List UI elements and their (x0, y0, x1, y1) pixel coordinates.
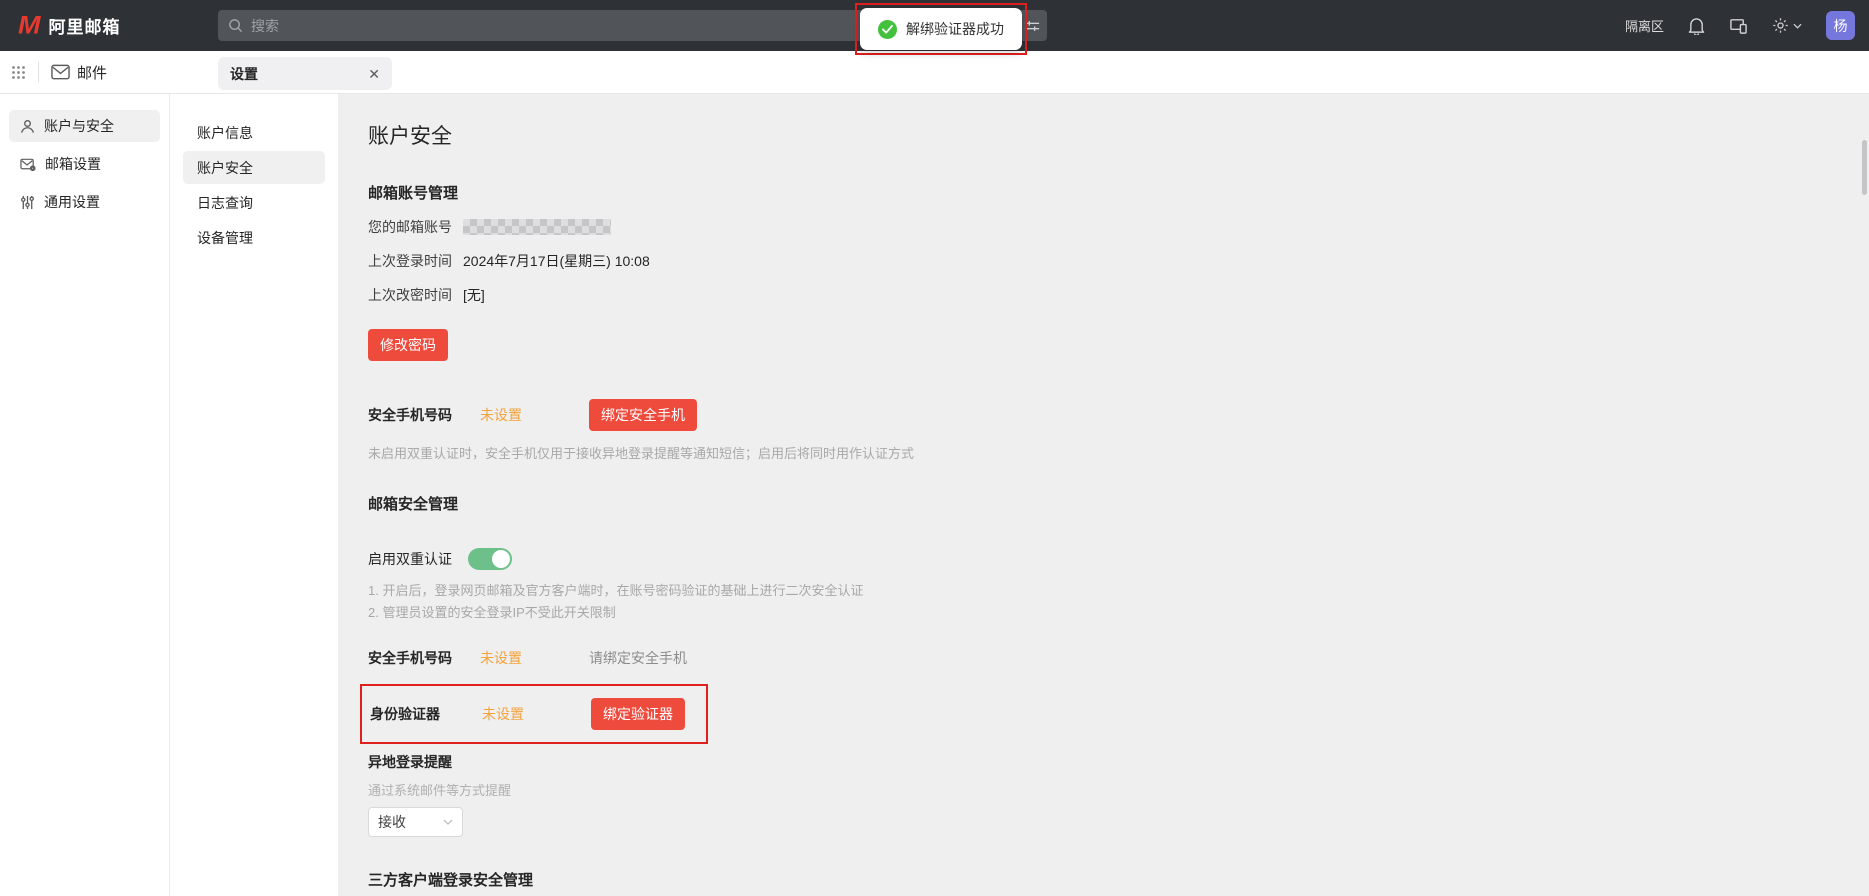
scrollbar-thumb[interactable] (1862, 140, 1867, 195)
person-icon (20, 119, 35, 134)
devices-icon[interactable] (1729, 17, 1748, 35)
toast-message: 解绑验证器成功 (906, 19, 1004, 39)
sidebar-item-mail-settings[interactable]: 邮箱设置 (9, 148, 160, 180)
brand-name: 阿里邮箱 (49, 13, 121, 38)
section-heading-third-party: 三方客户端登录安全管理 (368, 869, 1829, 890)
main-panel: 账户安全 邮箱账号管理 您的邮箱账号 上次登录时间 2024年7月17日(星期三… (338, 94, 1869, 896)
topbar-right-cluster: 隔离区 杨 (1625, 0, 1855, 51)
sidebar-item-label: 账户与安全 (44, 116, 114, 136)
two-factor-note-2: 2. 管理员设置的安全登录IP不受此开关限制 (368, 602, 1829, 624)
row-label: 身份验证器 (370, 704, 482, 724)
remote-login-label: 异地登录提醒 (368, 752, 1829, 772)
select-value: 接收 (378, 812, 443, 832)
email-redacted-blur (463, 219, 611, 235)
settings-menu[interactable] (1772, 17, 1802, 34)
brand: M 阿里邮箱 (0, 12, 121, 39)
tab-settings[interactable]: 设置 ✕ (218, 57, 392, 90)
row-authenticator: 身份验证器 未设置 绑定验证器 (370, 698, 706, 730)
search-icon (228, 18, 243, 33)
subnav-item-label: 设备管理 (197, 228, 253, 248)
row-value: 2024年7月17日(星期三) 10:08 (463, 251, 650, 271)
row-email-account: 您的邮箱账号 (368, 217, 1829, 237)
secure-phone-note: 未启用双重认证时，安全手机仅用于接收异地登录提醒等通知短信；启用后将同时用作认证… (368, 445, 1829, 463)
tab-row: 邮件 设置 ✕ (0, 51, 1869, 94)
subnav-item-label: 账户安全 (197, 158, 253, 178)
gear-icon (1772, 17, 1789, 34)
annotation-box-toast: 解绑验证器成功 (855, 3, 1027, 55)
row-label: 安全手机号码 (368, 405, 480, 425)
chevron-down-icon (443, 819, 453, 825)
row-two-factor: 启用双重认证 (368, 548, 1829, 570)
content-area: 账户与安全 邮箱设置 通用设置 账户信息 账户安全 日志查询 设备管理 (0, 94, 1869, 896)
mail-gear-icon (20, 157, 36, 172)
chevron-down-icon (1793, 23, 1802, 29)
subnav: 账户信息 账户安全 日志查询 设备管理 (170, 94, 338, 896)
annotation-box-authenticator: 身份验证器 未设置 绑定验证器 (360, 684, 708, 744)
two-factor-note-1: 1. 开启后，登录网页邮箱及官方客户端时，在账号密码验证的基础上进行二次安全认证 (368, 580, 1829, 602)
row-last-password-change: 上次改密时间 [无] (368, 285, 1829, 305)
row-label: 安全手机号码 (368, 648, 480, 668)
sidebar-item-general-settings[interactable]: 通用设置 (9, 186, 160, 218)
page-title: 账户安全 (368, 120, 1829, 150)
subnav-item-account-security[interactable]: 账户安全 (183, 151, 325, 184)
row-last-login: 上次登录时间 2024年7月17日(星期三) 10:08 (368, 251, 1829, 271)
sidebar-item-account-security[interactable]: 账户与安全 (9, 110, 160, 142)
row-secure-phone-2: 安全手机号码 未设置 请绑定安全手机 (368, 648, 1829, 668)
sidebar-item-label: 邮箱设置 (45, 154, 101, 174)
sidebar: 账户与安全 邮箱设置 通用设置 (0, 94, 170, 896)
row-label: 上次改密时间 (368, 285, 463, 305)
notifications-bell-icon[interactable] (1688, 17, 1705, 35)
sliders-icon (20, 195, 35, 210)
subnav-item-account-info[interactable]: 账户信息 (183, 116, 325, 149)
subnav-item-device-management[interactable]: 设备管理 (183, 221, 325, 254)
section-heading-mail-account: 邮箱账号管理 (368, 182, 1829, 203)
sidebar-item-label: 通用设置 (44, 192, 100, 212)
nav-mail[interactable]: 邮件 (51, 62, 107, 83)
two-factor-toggle[interactable] (468, 548, 512, 570)
change-password-button[interactable]: 修改密码 (368, 329, 448, 361)
divider (38, 62, 39, 82)
bind-secure-phone-button[interactable]: 绑定安全手机 (589, 399, 697, 431)
section-heading-mail-security: 邮箱安全管理 (368, 493, 1829, 514)
bind-authenticator-button[interactable]: 绑定验证器 (591, 698, 685, 730)
toggle-knob (492, 550, 510, 568)
remote-login-select[interactable]: 接收 (368, 807, 463, 837)
status-not-set: 未设置 (480, 405, 589, 425)
app-grid-icon[interactable] (11, 65, 26, 80)
two-factor-notes: 1. 开启后，登录网页邮箱及官方客户端时，在账号密码验证的基础上进行二次安全认证… (368, 580, 1829, 624)
tab-close-icon[interactable]: ✕ (368, 67, 380, 81)
row-label: 启用双重认证 (368, 549, 468, 569)
bind-phone-hint: 请绑定安全手机 (589, 648, 687, 668)
status-not-set: 未设置 (480, 648, 589, 668)
tab-settings-label: 设置 (230, 64, 368, 84)
row-secure-phone: 安全手机号码 未设置 绑定安全手机 (368, 399, 1829, 431)
row-value: [无] (463, 285, 485, 305)
mail-envelope-icon (51, 64, 70, 80)
nav-mail-label: 邮件 (77, 62, 107, 83)
subnav-item-log-query[interactable]: 日志查询 (183, 186, 325, 219)
quarantine-link[interactable]: 隔离区 (1625, 16, 1664, 35)
status-not-set: 未设置 (482, 704, 591, 724)
row-label: 上次登录时间 (368, 251, 463, 271)
toast-success: 解绑验证器成功 (860, 8, 1022, 50)
subnav-item-label: 日志查询 (197, 193, 253, 213)
success-check-icon (878, 20, 897, 39)
remote-login-note: 通过系统邮件等方式提醒 (368, 780, 1829, 799)
brand-logo-m-icon: M (18, 13, 41, 38)
avatar[interactable]: 杨 (1826, 11, 1855, 40)
subnav-item-label: 账户信息 (197, 123, 253, 143)
search-placeholder: 搜索 (251, 16, 279, 36)
row-label: 您的邮箱账号 (368, 217, 463, 237)
